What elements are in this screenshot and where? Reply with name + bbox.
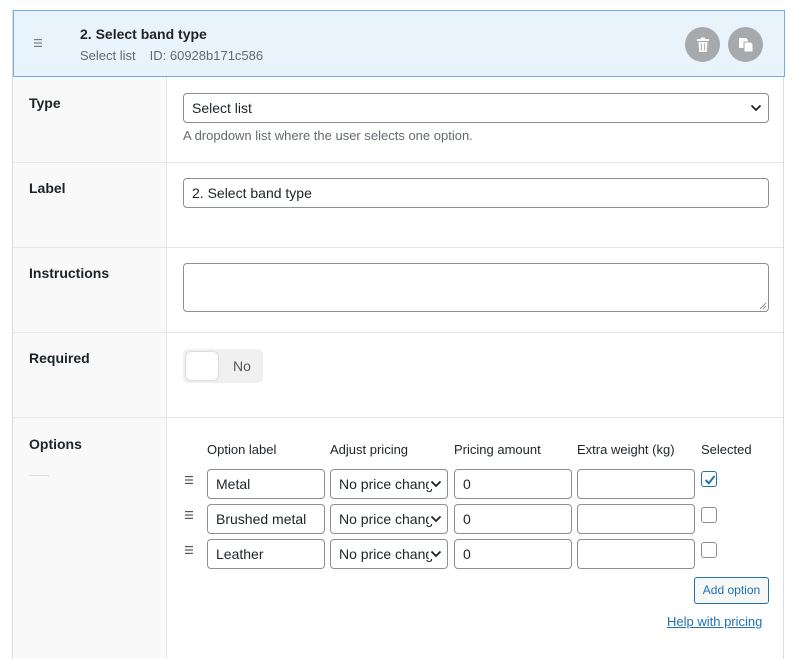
drag-handle-icon[interactable]	[32, 38, 44, 48]
adjust-pricing-value: No price change	[339, 476, 441, 492]
required-row: Required No	[13, 333, 783, 418]
col-option-label: Option label	[207, 442, 277, 457]
chevron-down-icon	[429, 549, 443, 559]
help-with-pricing-link[interactable]: Help with pricing	[667, 614, 762, 629]
adjust-pricing-select[interactable]: No price change	[330, 469, 448, 499]
adjust-pricing-select[interactable]: No price change	[330, 539, 448, 569]
field-id-text: ID: 60928b171c586	[149, 48, 264, 63]
field-editor-panel: 2. Select band type Select list ID: 60928…	[12, 10, 785, 659]
required-label: Required	[29, 350, 90, 366]
trash-icon	[696, 37, 709, 52]
option-drag-handle-icon[interactable]	[184, 510, 194, 521]
options-divider	[29, 475, 49, 476]
duplicate-icon	[738, 37, 753, 52]
chevron-down-icon	[429, 479, 443, 489]
field-header[interactable]: 2. Select band type Select list ID: 60928…	[13, 10, 785, 77]
type-row: Type Select list A dropdown list where t…	[13, 77, 783, 163]
options-row: Options Option label Adjust pricing Pric…	[13, 418, 783, 659]
toggle-knob	[186, 352, 218, 380]
field-subtitle: Select list ID: 60928b171c586	[80, 48, 263, 63]
toggle-state-text: No	[233, 358, 251, 374]
instructions-textarea[interactable]	[183, 263, 769, 312]
pricing-amount-input[interactable]: 0	[454, 469, 572, 499]
extra-weight-input[interactable]	[577, 504, 695, 534]
adjust-pricing-value: No price change	[339, 511, 441, 527]
duplicate-field-button[interactable]	[728, 27, 763, 62]
chevron-down-icon	[750, 104, 762, 112]
label-label: Label	[29, 180, 66, 196]
field-type-value: Select list	[192, 100, 252, 116]
col-extra-weight: Extra weight (kg)	[577, 442, 675, 457]
col-adjust-pricing: Adjust pricing	[330, 442, 409, 457]
selected-checkbox[interactable]	[701, 542, 717, 558]
extra-weight-input[interactable]	[577, 469, 695, 499]
col-pricing-amount: Pricing amount	[454, 442, 541, 457]
pricing-amount-input[interactable]: 0	[454, 504, 572, 534]
adjust-pricing-select[interactable]: No price change	[330, 504, 448, 534]
option-label-input[interactable]: Metal	[207, 469, 325, 499]
options-label: Options	[29, 436, 82, 452]
required-toggle[interactable]: No	[183, 349, 263, 383]
option-drag-handle-icon[interactable]	[184, 545, 194, 556]
selected-checkbox[interactable]	[701, 507, 717, 523]
field-type-select[interactable]: Select list	[183, 93, 769, 123]
option-label-input[interactable]: Brushed metal	[207, 504, 325, 534]
type-label: Type	[29, 95, 61, 111]
delete-field-button[interactable]	[685, 27, 720, 62]
col-selected: Selected	[701, 442, 752, 457]
option-label-input[interactable]: Leather	[207, 539, 325, 569]
label-row: Label 2. Select band type	[13, 163, 783, 248]
chevron-down-icon	[429, 514, 443, 524]
label-input[interactable]: 2. Select band type	[183, 178, 769, 208]
field-title: 2. Select band type	[80, 26, 207, 42]
option-drag-handle-icon[interactable]	[184, 475, 194, 486]
field-type-help: A dropdown list where the user selects o…	[183, 128, 473, 143]
instructions-label: Instructions	[29, 265, 110, 281]
selected-checkbox[interactable]	[701, 471, 717, 487]
adjust-pricing-value: No price change	[339, 546, 441, 562]
field-type-text: Select list	[80, 48, 136, 63]
instructions-row: Instructions	[13, 248, 783, 333]
resize-grip-icon[interactable]	[758, 301, 767, 310]
checkmark-icon	[704, 475, 716, 485]
pricing-amount-input[interactable]: 0	[454, 539, 572, 569]
extra-weight-input[interactable]	[577, 539, 695, 569]
add-option-button[interactable]: Add option	[694, 577, 769, 604]
